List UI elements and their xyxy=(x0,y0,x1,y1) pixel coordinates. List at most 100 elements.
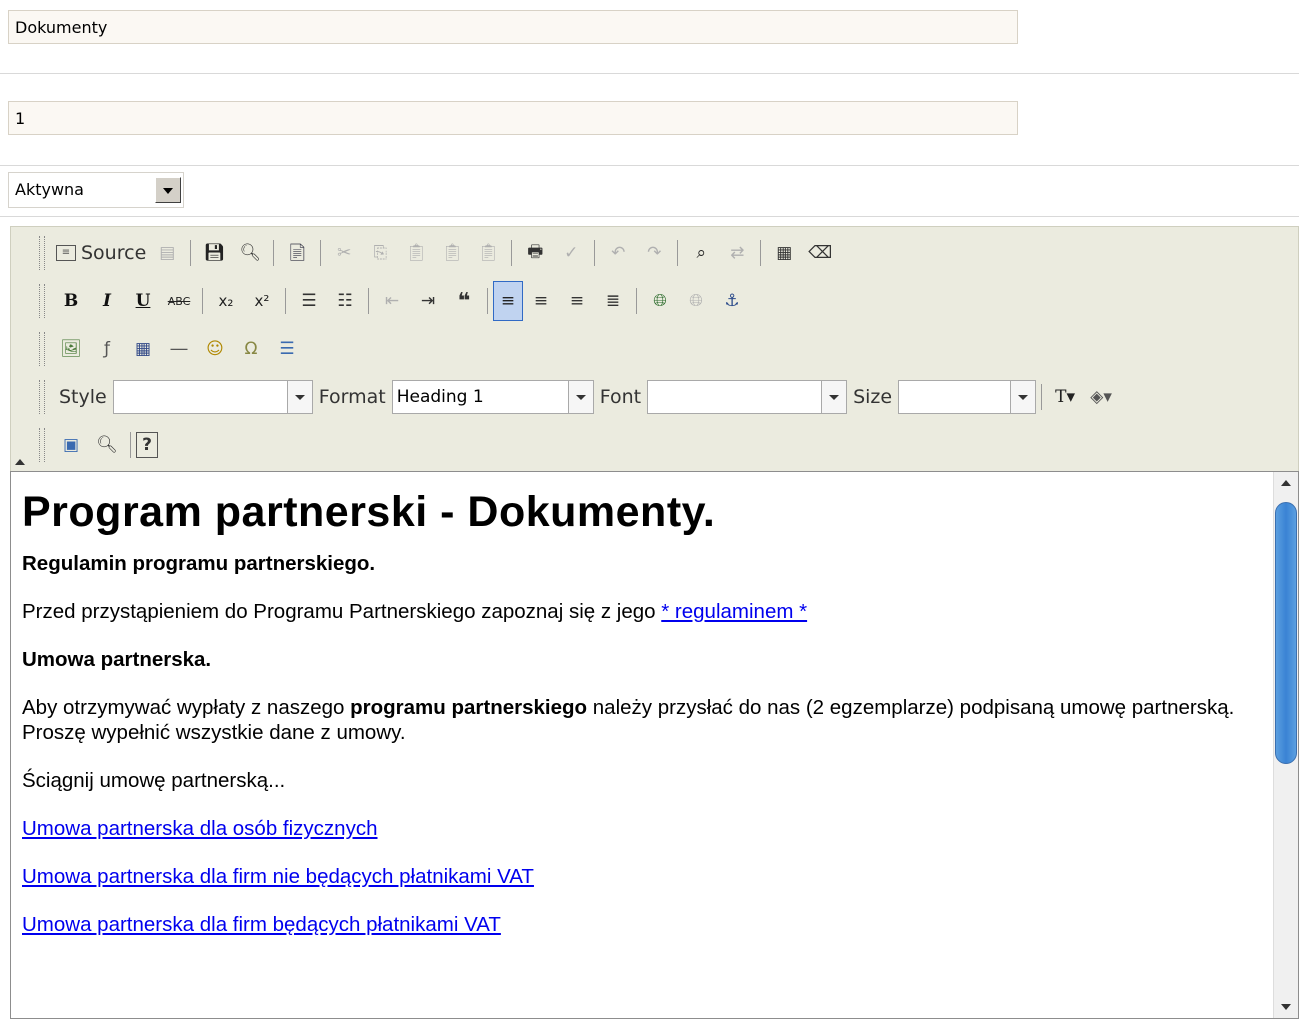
align-left-icon[interactable]: ≡ xyxy=(493,281,523,321)
blockquote-icon[interactable]: ❝ xyxy=(446,284,482,318)
outdent-icon[interactable]: ⇤ xyxy=(374,284,410,318)
rules-text: Przed przystąpieniem do Programu Partner… xyxy=(22,600,662,623)
rules-link[interactable]: * regulaminem * xyxy=(661,600,807,623)
align-center-icon[interactable]: ≡ xyxy=(523,284,559,318)
contract-link-vat[interactable]: Umowa partnerska dla firm będących płatn… xyxy=(22,913,501,936)
style-combo[interactable] xyxy=(112,380,313,414)
smiley-icon[interactable]: ☺ xyxy=(197,332,233,366)
justify-icon[interactable]: ≣ xyxy=(595,284,631,318)
paste-word-icon[interactable]: 📋︎ xyxy=(470,236,506,270)
scroll-up-icon[interactable] xyxy=(1281,480,1291,486)
find-icon[interactable]: ⌕ xyxy=(683,236,719,270)
format-combo-value: Heading 1 xyxy=(396,387,484,407)
size-label: Size xyxy=(853,386,893,408)
divider xyxy=(0,165,1299,166)
format-combo[interactable]: Heading 1 xyxy=(391,380,594,414)
separator xyxy=(202,288,203,314)
dropdown-arrow-icon[interactable] xyxy=(155,177,181,203)
save-icon[interactable]: 💾︎ xyxy=(196,236,232,270)
show-blocks-icon[interactable]: 🔍︎ xyxy=(89,428,125,462)
background-color-icon[interactable]: ◈▾ xyxy=(1083,380,1119,414)
separator xyxy=(273,240,275,266)
contract-heading: Umowa partnerska. xyxy=(22,647,1247,672)
text-color-icon[interactable]: T▾ xyxy=(1047,380,1083,414)
contract-link-non-vat[interactable]: Umowa partnerska dla firm nie będących p… xyxy=(22,865,534,888)
toolbar-grip xyxy=(39,428,45,462)
order-input[interactable] xyxy=(8,101,1018,135)
print-icon[interactable]: 🖶 xyxy=(517,236,553,270)
select-all-icon[interactable]: ▦ xyxy=(766,236,802,270)
page-break-icon[interactable]: ☰ xyxy=(269,332,305,366)
bulleted-list-icon[interactable]: ☷ xyxy=(327,284,363,318)
separator xyxy=(511,240,513,266)
copy-icon[interactable]: ⎘ xyxy=(362,236,398,270)
numbered-list-icon[interactable]: ☰ xyxy=(291,284,327,318)
replace-icon[interactable]: ⇄ xyxy=(719,236,755,270)
rules-heading-text: Regulamin programu partnerskiego. xyxy=(22,552,376,575)
source-icon: ≡ xyxy=(56,245,76,261)
redo-icon[interactable]: ↷ xyxy=(636,236,672,270)
size-combo[interactable] xyxy=(898,380,1037,414)
bold-icon[interactable]: B xyxy=(53,284,89,318)
maximize-icon[interactable]: ▣ xyxy=(53,428,89,462)
templates-icon[interactable]: ▤ xyxy=(149,236,185,270)
spellcheck-icon[interactable]: ✓ xyxy=(553,236,589,270)
link-paragraph: Umowa partnerska dla firm będących płatn… xyxy=(22,912,1247,937)
remove-format-icon[interactable]: ⌫ xyxy=(802,236,838,270)
editor-content-area[interactable]: Program partnerski - Dokumenty. Regulami… xyxy=(10,471,1299,1019)
paste-text-icon[interactable]: 📋︎ xyxy=(434,236,470,270)
italic-icon[interactable]: I xyxy=(89,284,125,318)
chevron-down-icon[interactable] xyxy=(821,381,847,413)
cut-icon[interactable]: ✂ xyxy=(326,236,362,270)
indent-icon[interactable]: ⇥ xyxy=(410,284,446,318)
contract-link-individuals[interactable]: Umowa partnerska dla osób fizycznych xyxy=(22,817,378,840)
separator xyxy=(368,288,369,314)
unlink-icon[interactable]: 🌐︎ xyxy=(678,284,714,318)
document-heading: Program partnerski - Dokumenty. xyxy=(22,488,716,536)
document-body: Program partnerski - Dokumenty. Regulami… xyxy=(22,472,1247,960)
undo-icon[interactable]: ↶ xyxy=(600,236,636,270)
chevron-down-icon[interactable] xyxy=(286,381,312,413)
rules-paragraph: Przed przystąpieniem do Programu Partner… xyxy=(22,599,1247,624)
title-input[interactable] xyxy=(8,10,1018,44)
toolbar-grip xyxy=(39,332,45,366)
image-icon[interactable]: 🖼︎ xyxy=(53,332,89,366)
special-char-icon[interactable]: Ω xyxy=(233,332,269,366)
chevron-down-icon[interactable] xyxy=(1010,381,1036,413)
separator xyxy=(636,288,637,314)
strikethrough-icon[interactable]: ABC xyxy=(161,284,197,318)
superscript-icon[interactable]: x² xyxy=(244,284,280,318)
anchor-icon[interactable]: ⚓ xyxy=(714,284,750,318)
editor-toolbar: ≡ Source ▤ 💾︎ 🔍︎ 📄︎ ✂ ⎘ 📋︎ 📋︎ 📋︎ 🖶 ✓ ↶ ↷… xyxy=(10,226,1299,471)
vertical-scrollbar[interactable] xyxy=(1273,472,1298,1018)
toolbar-row-3: 🖼︎ ƒ ▦ ― ☺ Ω ☰ xyxy=(39,327,305,371)
toolbar-row-1: ≡ Source ▤ 💾︎ 🔍︎ 📄︎ ✂ ⎘ 📋︎ 📋︎ 📋︎ 🖶 ✓ ↶ ↷… xyxy=(39,231,838,275)
horizontal-rule-icon[interactable]: ― xyxy=(161,332,197,366)
font-combo[interactable] xyxy=(647,380,848,414)
scroll-down-icon[interactable] xyxy=(1281,1004,1291,1010)
align-right-icon[interactable]: ≡ xyxy=(559,284,595,318)
scrollbar-thumb[interactable] xyxy=(1275,502,1297,764)
contract-text-bold: programu partnerskiego xyxy=(350,696,588,719)
new-page-icon[interactable]: 📄︎ xyxy=(279,236,315,270)
status-select[interactable]: Aktywna xyxy=(8,172,184,208)
separator xyxy=(130,432,131,458)
status-select-value: Aktywna xyxy=(15,180,84,199)
collapse-toolbar-icon[interactable] xyxy=(15,459,25,465)
toolbar-grip xyxy=(39,284,45,318)
preview-icon[interactable]: 🔍︎ xyxy=(232,236,268,270)
table-icon[interactable]: ▦ xyxy=(125,332,161,366)
link-icon[interactable]: 🌐︎ xyxy=(642,284,678,318)
separator xyxy=(677,240,679,266)
flash-icon[interactable]: ƒ xyxy=(89,332,125,366)
subscript-icon[interactable]: x₂ xyxy=(208,284,244,318)
paste-icon[interactable]: 📋︎ xyxy=(398,236,434,270)
toolbar-grip xyxy=(39,380,45,414)
help-icon[interactable]: ? xyxy=(136,432,158,458)
toolbar-row-5: ▣ 🔍︎ ? xyxy=(39,423,158,467)
chevron-down-icon[interactable] xyxy=(567,381,593,413)
underline-icon[interactable]: U xyxy=(125,284,161,318)
source-button[interactable]: ≡ Source xyxy=(53,236,149,270)
divider xyxy=(0,73,1299,74)
size-combo-value xyxy=(899,381,1010,413)
